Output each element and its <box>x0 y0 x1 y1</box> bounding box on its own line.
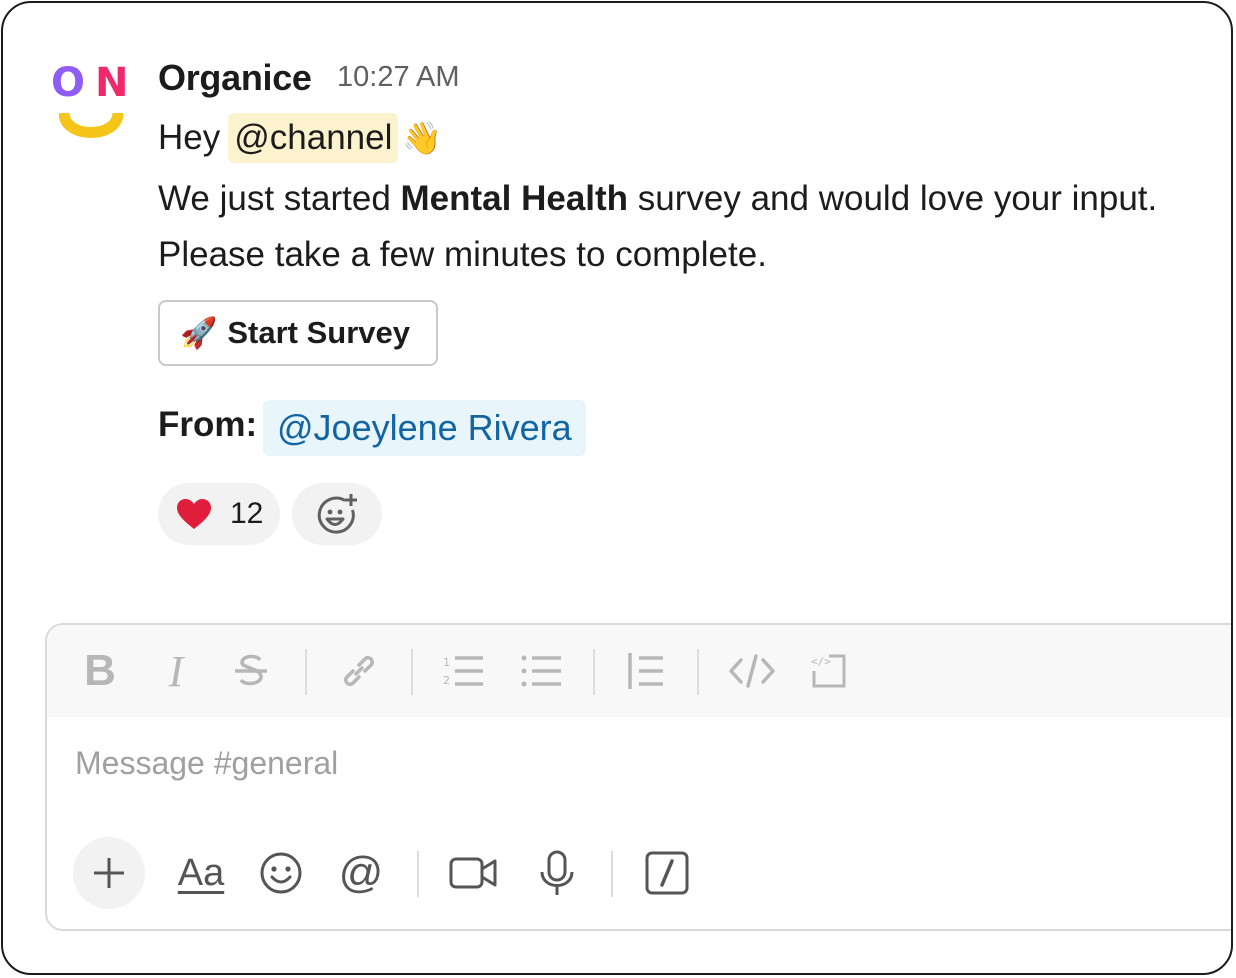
bold-button[interactable]: B <box>83 646 117 695</box>
formatting-toolbar: B I 1 2 </> <box>47 625 1231 717</box>
code-icon[interactable] <box>729 649 775 693</box>
italic-button[interactable]: I <box>163 647 189 696</box>
reaction-count: 12 <box>230 497 264 530</box>
audio-button[interactable] <box>537 845 577 901</box>
greeting-line: Hey @channel 👋 <box>158 113 442 163</box>
message-body-bold: Mental Health <box>400 179 629 218</box>
composer-divider <box>611 851 613 897</box>
shortcuts-button[interactable] <box>645 845 689 901</box>
code-block-icon[interactable]: </> <box>811 649 847 693</box>
message-composer: B I 1 2 </> Message #general Aa @ <box>45 623 1231 931</box>
from-label: From: <box>158 405 258 444</box>
heart-icon <box>177 499 211 529</box>
message-input[interactable]: Message #general <box>75 745 338 782</box>
toolbar-divider <box>593 649 595 695</box>
message-body-start: We just started <box>158 179 401 218</box>
message-window: O N Organice 10:27 AM Hey @channel 👋 We … <box>1 1 1233 975</box>
sender-name[interactable]: Organice <box>158 57 312 99</box>
toolbar-divider <box>305 649 307 695</box>
bulleted-list-icon[interactable] <box>521 649 563 693</box>
plus-icon <box>94 858 124 888</box>
composer-actions: Aa @ <box>47 835 1231 915</box>
text-format-button[interactable]: Aa <box>175 845 227 901</box>
start-survey-button[interactable]: 🚀 Start Survey <box>158 300 438 366</box>
emoji-button[interactable] <box>259 845 303 901</box>
composer-divider <box>417 851 419 897</box>
heart-reaction[interactable]: 12 <box>158 483 280 545</box>
link-icon[interactable] <box>339 649 379 693</box>
mention-button[interactable]: @ <box>339 845 384 901</box>
svg-text:1: 1 <box>443 656 450 669</box>
avatar-letter-n: N <box>95 60 129 106</box>
svg-text:2: 2 <box>443 674 450 687</box>
ordered-list-icon[interactable]: 1 2 <box>443 649 485 693</box>
message-timestamp[interactable]: 10:27 AM <box>337 61 460 94</box>
avatar[interactable]: O N <box>49 59 139 151</box>
add-reaction-button[interactable] <box>292 483 382 545</box>
rocket-icon: 🚀 <box>180 316 218 350</box>
greeting-text: Hey <box>158 118 221 157</box>
slash-command-icon <box>645 851 689 895</box>
svg-text:</>: </> <box>811 655 831 668</box>
video-camera-icon <box>449 857 497 889</box>
avatar-letter-o: O <box>51 60 86 106</box>
channel-mention[interactable]: @channel <box>228 113 399 163</box>
add-emoji-icon <box>317 494 357 534</box>
start-survey-label: Start Survey <box>227 315 410 350</box>
video-button[interactable] <box>449 845 497 901</box>
emoji-icon <box>260 852 302 894</box>
wave-emoji-icon: 👋 <box>402 120 443 156</box>
attach-plus-button[interactable] <box>73 837 145 909</box>
toolbar-divider <box>697 649 699 695</box>
avatar-smile-icon <box>59 112 124 138</box>
strikethrough-icon[interactable] <box>233 649 269 693</box>
microphone-icon <box>540 850 574 895</box>
toolbar-divider <box>411 649 413 695</box>
blockquote-icon[interactable] <box>627 649 665 693</box>
user-mention[interactable]: @Joeylene Rivera <box>263 400 586 456</box>
message-body: We just started Mental Health survey and… <box>158 171 1168 283</box>
